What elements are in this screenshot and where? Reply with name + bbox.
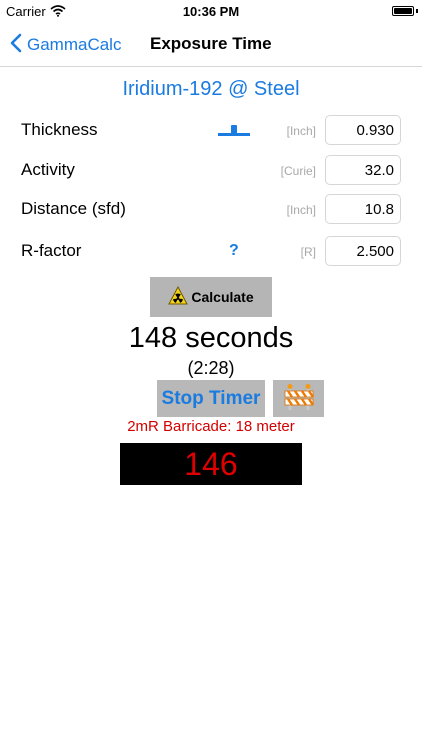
distance-label: Distance (sfd) — [21, 199, 126, 218]
distance-input[interactable] — [325, 194, 401, 224]
thickness-unit: [Inch] — [286, 124, 316, 138]
status-bar: Carrier 10:36 PM — [0, 0, 422, 24]
exposure-time-screen: Carrier 10:36 PM GammaCalc Exposure Time… — [0, 0, 422, 750]
calculate-button-label: Calculate — [191, 289, 254, 305]
activity-input[interactable] — [325, 155, 401, 185]
back-button[interactable]: GammaCalc — [10, 32, 121, 58]
chevron-left-icon — [10, 33, 27, 58]
distance-unit: [Inch] — [286, 203, 316, 217]
r-factor-unit: [R] — [300, 245, 316, 259]
thickness-label: Thickness — [21, 120, 98, 139]
activity-unit: [Curie] — [280, 164, 316, 178]
result-seconds: 148 seconds — [128, 322, 294, 354]
r-factor-input[interactable] — [325, 236, 401, 266]
navigation-bar: GammaCalc Exposure Time — [0, 24, 422, 67]
activity-label: Activity — [21, 160, 75, 179]
page-title: Exposure Time — [150, 34, 272, 53]
barricade-button[interactable] — [273, 380, 324, 417]
countdown-display: 146 — [120, 443, 302, 485]
isotope-material-title: Iridium-192 @ Steel — [122, 78, 300, 100]
battery-tip — [416, 9, 418, 13]
status-time: 10:36 PM — [182, 4, 240, 19]
back-button-label: GammaCalc — [27, 35, 122, 54]
radiation-icon — [168, 285, 191, 309]
stop-timer-button[interactable]: Stop Timer — [157, 380, 265, 417]
thickness-input[interactable] — [325, 115, 401, 145]
barricade-icon — [284, 383, 314, 414]
r-factor-label: R-factor — [21, 241, 82, 260]
calculate-button[interactable]: Calculate — [150, 277, 272, 317]
battery-icon — [392, 6, 414, 16]
barricade-distance: 2mR Barricade: 18 meter — [127, 418, 295, 435]
result-minutes-seconds: (2:28) — [187, 358, 235, 378]
